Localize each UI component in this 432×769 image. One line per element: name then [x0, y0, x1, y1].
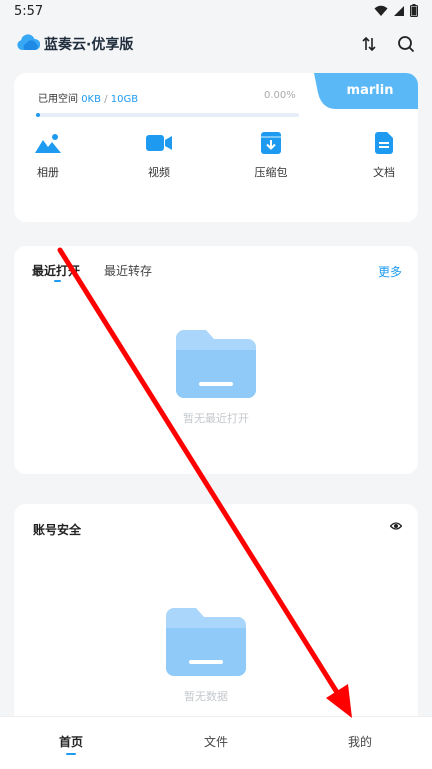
document-icon: [375, 132, 393, 154]
status-icons: [374, 4, 418, 17]
empty-recent-text: 暂无最近打开: [183, 412, 249, 425]
bottom-nav: 首页 文件 我的: [0, 716, 432, 769]
storage-card: marlin 已用空间 0KB / 10GB 0.00% 相册 视频 压缩包 文…: [14, 73, 418, 222]
app-title: 蓝奏云·优享版: [44, 37, 134, 53]
storage-label: 已用空间: [38, 94, 78, 105]
storage-used: 0KB: [81, 94, 101, 105]
cloud-logo-icon: [17, 34, 40, 50]
search-icon: [398, 36, 415, 53]
category-label: 文档: [373, 166, 395, 179]
category-photos[interactable]: 相册: [18, 131, 78, 180]
category-label: 相册: [37, 166, 59, 179]
battery-icon: [410, 4, 418, 17]
signal-icon: [394, 5, 404, 16]
storage-usage-text: 已用空间 0KB / 10GB: [38, 90, 138, 105]
status-bar: 5:57: [0, 0, 432, 24]
archive-icon: [261, 132, 281, 154]
security-title: 账号安全: [33, 523, 82, 537]
nav-indicator: [66, 753, 76, 755]
nav-files[interactable]: 文件: [186, 733, 246, 750]
category-documents[interactable]: 文档: [354, 131, 414, 180]
nav-home[interactable]: 首页: [41, 733, 101, 750]
recent-card: 最近打开 最近转存 更多 暂无最近打开: [14, 246, 418, 474]
empty-folder-icon: [166, 608, 246, 676]
category-label: 视频: [148, 166, 170, 179]
category-videos[interactable]: 视频: [129, 131, 189, 180]
sort-button[interactable]: [357, 32, 381, 56]
tab-recent-opened[interactable]: 最近打开: [32, 262, 80, 279]
storage-separator: /: [104, 94, 108, 105]
tab-indicator: [54, 280, 61, 282]
user-name[interactable]: marlin: [322, 83, 418, 98]
tab-recent-saved[interactable]: 最近转存: [104, 262, 152, 279]
storage-total: 10GB: [110, 94, 139, 105]
category-archives[interactable]: 压缩包: [241, 131, 301, 180]
more-link[interactable]: 更多: [378, 263, 402, 280]
storage-progress-bar: [36, 113, 299, 117]
wifi-icon: [374, 5, 388, 16]
search-button[interactable]: [394, 32, 418, 56]
nav-mine[interactable]: 我的: [330, 733, 390, 750]
empty-security-text: 暂无数据: [184, 690, 228, 703]
video-icon: [146, 135, 172, 151]
storage-progress-fill: [36, 113, 40, 117]
image-icon: [35, 134, 61, 153]
app-header: 蓝奏云·优享版: [0, 24, 432, 64]
eye-icon[interactable]: [390, 521, 402, 531]
empty-folder-icon: [176, 330, 256, 398]
status-time: 5:57: [14, 4, 44, 19]
security-card: 账号安全 暂无数据: [14, 504, 418, 734]
category-label: 压缩包: [254, 166, 288, 179]
storage-percent: 0.00%: [264, 90, 296, 101]
sort-icon: [362, 36, 376, 52]
